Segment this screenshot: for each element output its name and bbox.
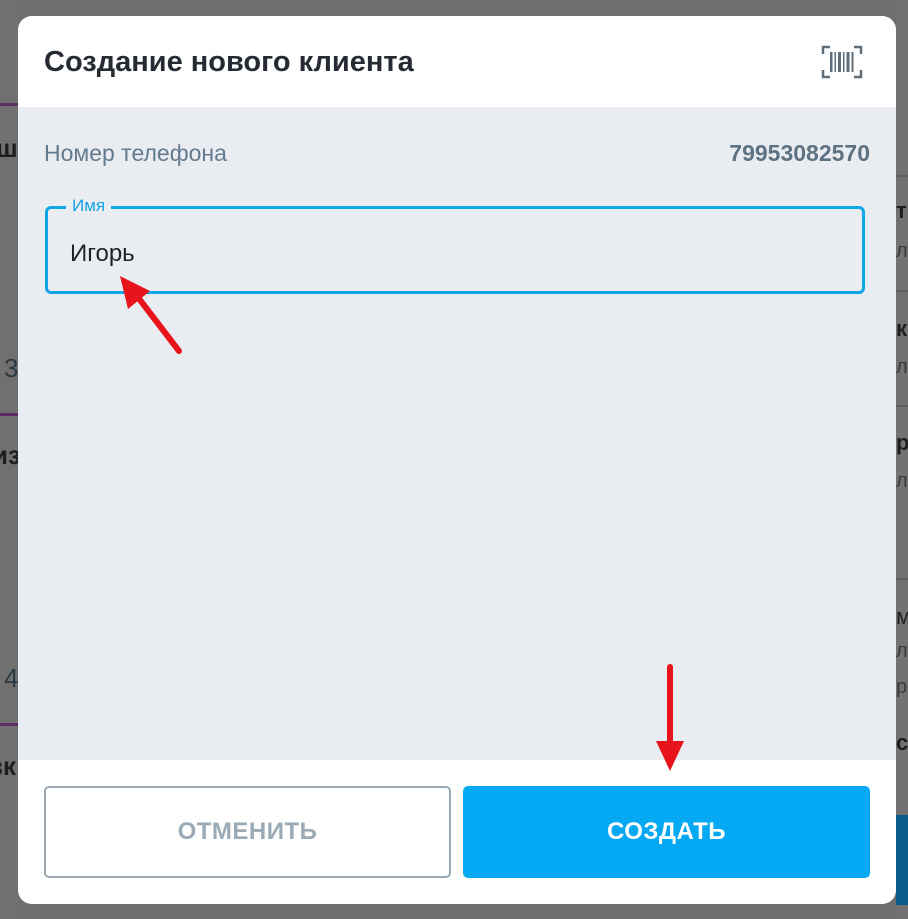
background-fragment: р bbox=[896, 430, 908, 455]
background-fragment: л bbox=[896, 470, 908, 492]
background-divider bbox=[896, 290, 908, 292]
background-fragment: м bbox=[896, 604, 908, 629]
background-fragment: р bbox=[896, 676, 908, 698]
background-blue-block bbox=[896, 815, 908, 905]
background-fragment: т bbox=[896, 198, 907, 223]
background-fragment: с bbox=[896, 730, 908, 755]
background-fragment: 3 bbox=[4, 353, 19, 383]
background-fragment: зк bbox=[0, 751, 16, 781]
barcode-scan-button[interactable] bbox=[818, 42, 866, 82]
phone-value: 79953082570 bbox=[729, 140, 870, 166]
background-divider bbox=[0, 413, 18, 416]
dialog-title: Создание нового клиента bbox=[44, 46, 414, 78]
cancel-button[interactable]: ОТМЕНИТЬ bbox=[44, 786, 451, 878]
name-input[interactable] bbox=[70, 239, 830, 269]
background-fragment: л bbox=[896, 356, 908, 378]
background-divider bbox=[896, 405, 908, 407]
name-field[interactable]: Имя bbox=[45, 195, 865, 294]
background-divider bbox=[0, 103, 18, 106]
background-left-panel: ш 3 из 4 зк bbox=[0, 0, 21, 919]
name-field-label: Имя bbox=[66, 195, 112, 217]
dialog-header: Создание нового клиента bbox=[18, 16, 896, 107]
background-divider bbox=[896, 578, 908, 580]
background-right-panel: т л к л р л м л р с bbox=[896, 0, 908, 919]
phone-label: Номер телефона bbox=[44, 140, 227, 166]
background-fragment: 4 bbox=[4, 663, 19, 693]
barcode-scan-icon bbox=[821, 45, 863, 79]
phone-row: Номер телефона 79953082570 bbox=[44, 140, 870, 170]
create-button[interactable]: СОЗДАТЬ bbox=[463, 786, 870, 878]
create-client-dialog: Создание нового клиента Номер телефона 7… bbox=[18, 16, 896, 904]
background-fragment: л bbox=[896, 640, 908, 662]
dialog-footer: ОТМЕНИТЬ СОЗДАТЬ bbox=[18, 760, 896, 904]
background-divider bbox=[896, 175, 908, 177]
background-fragment: л bbox=[896, 240, 908, 262]
background-divider bbox=[0, 723, 18, 726]
background-fragment: к bbox=[896, 316, 908, 341]
background-fragment: ш bbox=[0, 133, 18, 163]
